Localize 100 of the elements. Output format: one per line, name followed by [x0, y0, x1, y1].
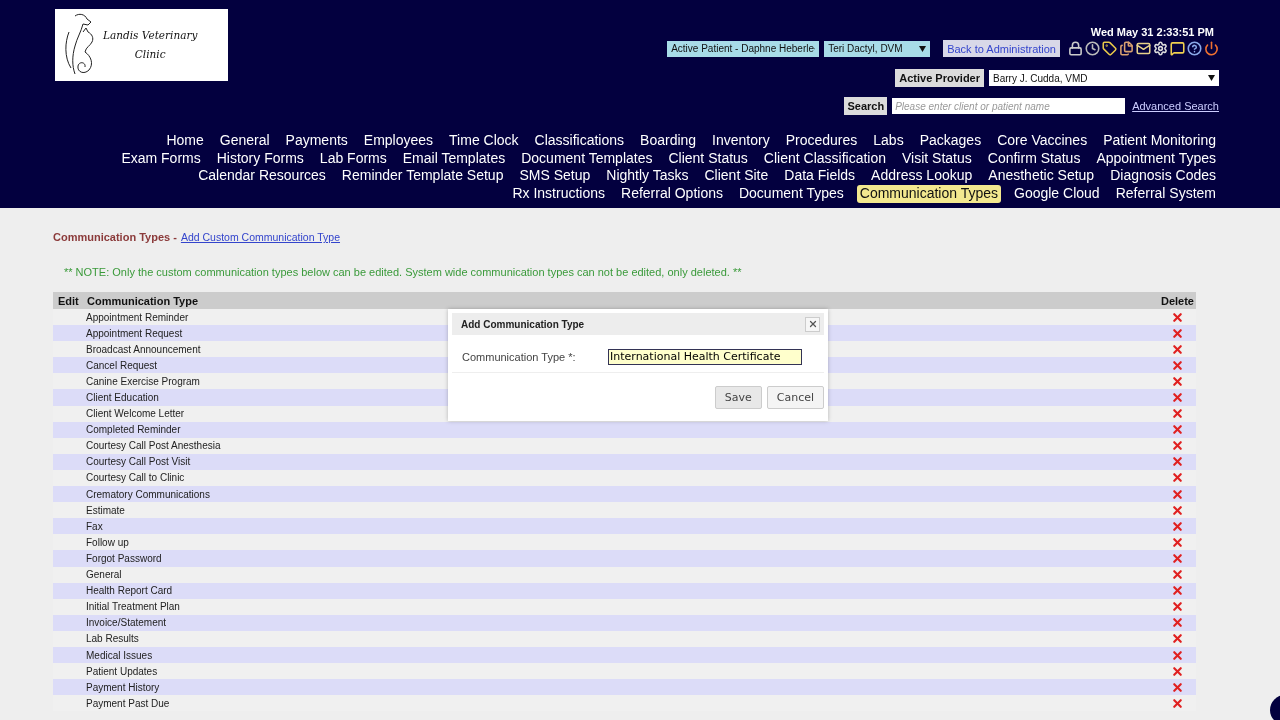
delete-icon[interactable]: [1171, 519, 1184, 533]
nav-link[interactable]: Boarding: [637, 132, 700, 150]
delete-icon[interactable]: [1171, 696, 1184, 710]
table-cell: Invoice/Statement: [86, 617, 167, 629]
clock-icon[interactable]: [1085, 41, 1100, 56]
patient-select[interactable]: Active Patient - Daphne Heberle: [667, 40, 820, 57]
column-header: Edit: [53, 292, 82, 309]
nav-link[interactable]: Inventory: [709, 132, 773, 150]
search-button[interactable]: Search: [844, 97, 888, 115]
nav-link[interactable]: Appointment Types: [1093, 149, 1219, 168]
nav-link[interactable]: Rx Instructions: [509, 185, 609, 203]
nav-link[interactable]: Packages: [916, 132, 985, 150]
nav-link[interactable]: Google Cloud: [1011, 185, 1103, 203]
nav-link[interactable]: Patient Monitoring: [1100, 132, 1219, 150]
nav-link[interactable]: Data Fields: [781, 167, 859, 186]
envelope-icon[interactable]: [1136, 41, 1151, 56]
nav-link[interactable]: Core Vaccines: [994, 132, 1091, 150]
back-button[interactable]: Back to Administration: [943, 40, 1060, 57]
column-header: Communication Type: [82, 292, 947, 309]
nav-link[interactable]: Client Classification: [760, 149, 889, 168]
table-cell: Client Education: [86, 392, 159, 403]
active-provider-label: Active Provider: [895, 69, 984, 87]
save-button[interactable]: Save: [714, 386, 762, 409]
delete-icon[interactable]: [1171, 568, 1184, 582]
nav-link[interactable]: Visit Status: [899, 149, 975, 168]
delete-icon[interactable]: [1171, 487, 1184, 501]
delete-icon[interactable]: [1171, 680, 1184, 694]
clinic-name: Clinic: [133, 47, 167, 62]
nav-link[interactable]: Time Clock: [446, 132, 522, 150]
nav-link[interactable]: Lab Forms: [316, 149, 390, 168]
nav-link[interactable]: Document Templates: [518, 149, 656, 168]
doctor-select[interactable]: Teri Dactyl, DVM: [824, 40, 931, 57]
delete-icon[interactable]: [1171, 439, 1184, 453]
delete-icon[interactable]: [1171, 471, 1184, 485]
delete-icon[interactable]: [1171, 551, 1184, 565]
column-header: Delete: [946, 292, 1196, 309]
nav-link[interactable]: Document Types: [735, 185, 847, 203]
date-time: Wed May 31 2:33:51 PM: [1090, 26, 1214, 38]
delete-icon[interactable]: [1171, 648, 1184, 662]
table-cell: Lab Results: [86, 633, 139, 645]
nav-link[interactable]: Home: [163, 132, 207, 150]
delete-icon[interactable]: [1171, 455, 1184, 469]
type-input-field[interactable]: International Health Certificate: [608, 348, 802, 365]
nav-link[interactable]: Exam Forms: [118, 149, 204, 168]
delete-icon[interactable]: [1171, 616, 1184, 630]
search-field[interactable]: Please enter client or patient name: [892, 98, 1126, 114]
add-type-link[interactable]: Add Custom Communication Type: [180, 231, 340, 243]
nav-link[interactable]: History Forms: [213, 149, 307, 168]
nav-link[interactable]: Referral Options: [618, 185, 726, 203]
nav-link[interactable]: Referral System: [1112, 185, 1219, 203]
nav-link[interactable]: Email Templates: [399, 149, 509, 168]
table-cell: Courtesy Call Post Anesthesia: [86, 440, 221, 452]
close-button[interactable]: [805, 316, 820, 332]
delete-icon[interactable]: [1171, 310, 1184, 324]
help-icon[interactable]: [1187, 41, 1202, 56]
nav-link[interactable]: Employees: [360, 132, 437, 150]
dialog-title: Add Communication Type: [461, 318, 585, 330]
table-cell: Appointment Request: [86, 327, 183, 339]
nav-link[interactable]: Client Status: [665, 149, 751, 168]
tag-icon[interactable]: [1102, 41, 1117, 56]
nav-link[interactable]: General: [216, 132, 273, 150]
lock-icon[interactable]: [1068, 41, 1083, 56]
delete-icon[interactable]: [1171, 342, 1184, 356]
power-icon[interactable]: [1204, 41, 1219, 56]
nav-link[interactable]: Calendar Resources: [195, 167, 329, 186]
nav-link[interactable]: Reminder Template Setup: [338, 167, 507, 186]
delete-icon[interactable]: [1171, 600, 1184, 614]
delete-icon[interactable]: [1171, 407, 1184, 421]
nav-link[interactable]: Address Lookup: [868, 167, 976, 186]
delete-icon[interactable]: [1171, 423, 1184, 437]
nav-link[interactable]: Procedures: [782, 132, 861, 150]
cancel-button[interactable]: Cancel: [766, 386, 824, 409]
table-cell: General: [86, 569, 122, 581]
nav-link[interactable]: Nightly Tasks: [603, 167, 692, 186]
speech-bubble-icon[interactable]: [1170, 41, 1185, 56]
nav-link[interactable]: Payments: [282, 132, 351, 150]
advanced-search-link[interactable]: Advanced Search: [1132, 100, 1219, 112]
nav-link[interactable]: SMS Setup: [516, 167, 594, 186]
nav-link[interactable]: Labs: [870, 132, 907, 150]
table-cell: Canine Exercise Program: [86, 375, 200, 387]
delete-icon[interactable]: [1171, 664, 1184, 678]
nav-link[interactable]: Classifications: [531, 132, 628, 150]
delete-icon[interactable]: [1171, 391, 1184, 404]
table-cell: Payment Past Due: [86, 697, 170, 709]
nav-link[interactable]: Client Site: [701, 167, 772, 186]
nav-link[interactable]: Confirm Status: [984, 149, 1084, 168]
nav-link[interactable]: Diagnosis Codes: [1107, 167, 1219, 186]
delete-icon[interactable]: [1171, 374, 1184, 388]
delete-icon[interactable]: [1171, 503, 1184, 517]
provider-select[interactable]: Barry J. Cudda, VMD: [989, 70, 1219, 86]
delete-icon[interactable]: [1171, 358, 1184, 372]
delete-icon[interactable]: [1171, 584, 1184, 598]
nav-link[interactable]: Anesthetic Setup: [985, 167, 1098, 186]
table-cell: Health Report Card: [86, 585, 173, 597]
nav-link[interactable]: Communication Types: [856, 185, 1001, 203]
documents-icon[interactable]: [1119, 41, 1134, 56]
delete-icon[interactable]: [1171, 535, 1184, 549]
delete-icon[interactable]: [1171, 326, 1184, 340]
settings-icon[interactable]: [1153, 41, 1168, 56]
delete-icon[interactable]: [1171, 632, 1184, 646]
